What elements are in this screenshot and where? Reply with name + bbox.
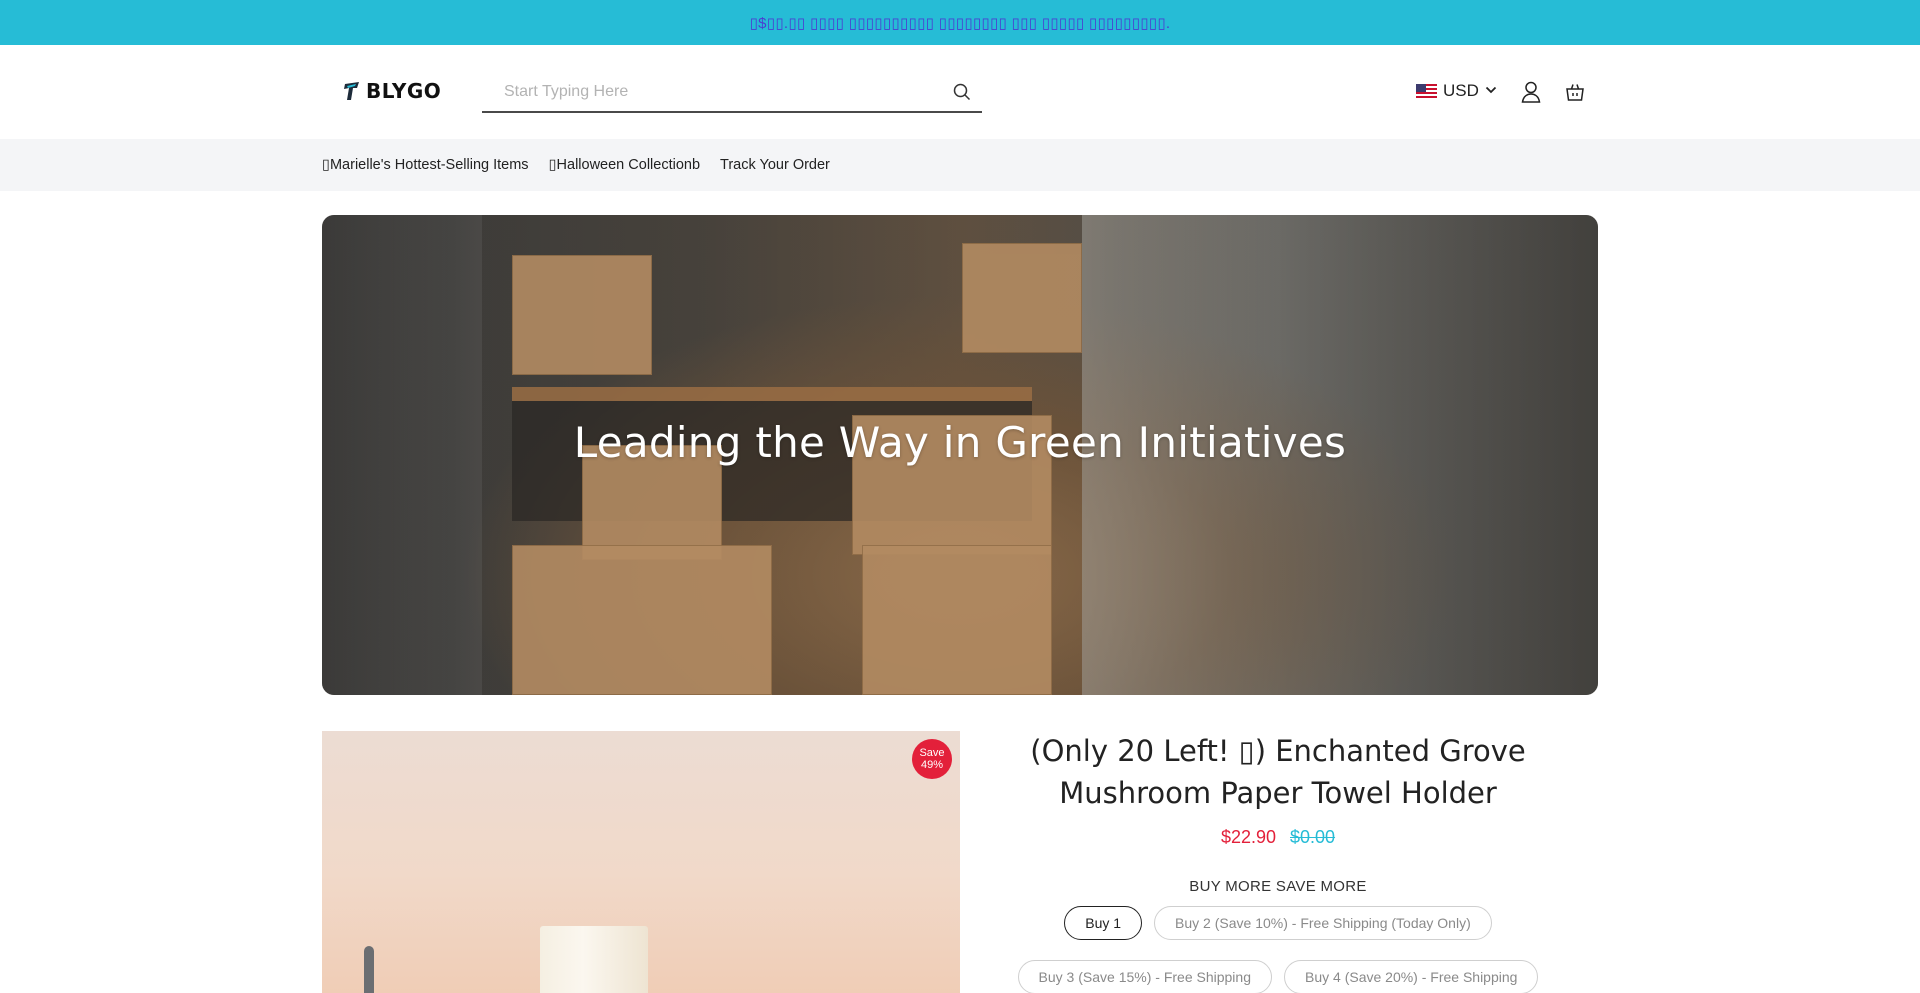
nav-item-halloween[interactable]: ▯Halloween Collectionb — [549, 157, 700, 173]
nav-item-hottest-selling[interactable]: ▯Marielle's Hottest-Selling Items — [322, 157, 529, 173]
bundle-options: Buy 1 Buy 2 (Save 10%) - Free Shipping (… — [990, 906, 1566, 993]
nav-item-track-order[interactable]: Track Your Order — [720, 157, 830, 173]
announcement-text: ▯$▯▯.▯▯ ▯▯▯▯ ▯▯▯▯▯▯▯▯▯▯ ▯▯▯▯▯▯▯▯ ▯▯▯ ▯▯▯… — [749, 14, 1171, 32]
site-header: BLYGO USD — [0, 45, 1920, 139]
bundle-option-buy-4[interactable]: Buy 4 (Save 20%) - Free Shipping — [1284, 960, 1539, 993]
currency-label: USD — [1443, 81, 1479, 100]
cart-icon[interactable] — [1563, 80, 1587, 104]
product-title: (Only 20 Left! ▯) Enchanted Grove Mushro… — [1030, 734, 1526, 810]
logo-text: BLYGO — [366, 79, 442, 103]
bundle-label: BUY MORE SAVE MORE — [1189, 878, 1367, 895]
hero-title: Leading the Way in Green Initiatives — [573, 418, 1347, 467]
product-image[interactable] — [322, 731, 960, 993]
save-badge-label: Save — [919, 747, 945, 759]
bundle-option-buy-2[interactable]: Buy 2 (Save 10%) - Free Shipping (Today … — [1154, 906, 1492, 940]
sale-price: $22.90 — [1220, 827, 1276, 847]
save-badge-percent: 49% — [920, 759, 944, 771]
hero-banner: Leading the Way in Green Initiatives — [322, 215, 1598, 695]
logo-icon — [342, 80, 362, 102]
bundle-option-buy-3[interactable]: Buy 3 (Save 15%) - Free Shipping — [1017, 960, 1272, 993]
logo[interactable]: BLYGO — [342, 79, 441, 103]
search-bar — [482, 73, 982, 113]
us-flag-icon — [1416, 84, 1437, 98]
user-icon[interactable] — [1519, 80, 1543, 104]
currency-selector[interactable]: USD — [1416, 81, 1497, 101]
announcement-bar: ▯$▯▯.▯▯ ▯▯▯▯ ▯▯▯▯▯▯▯▯▯▯ ▯▯▯▯▯▯▯▯ ▯▯▯ ▯▯▯… — [0, 0, 1920, 45]
main-nav: ▯Marielle's Hottest-Selling Items ▯Hallo… — [0, 139, 1920, 191]
search-input[interactable] — [482, 73, 942, 111]
search-icon[interactable] — [942, 72, 982, 112]
chevron-down-icon — [1485, 82, 1497, 100]
save-badge: Save 49% — [912, 739, 952, 779]
compare-price: $0.00 — [1290, 827, 1336, 847]
bundle-option-buy-1[interactable]: Buy 1 — [1064, 906, 1143, 940]
price-row: $22.90 $0.00 — [990, 827, 1566, 848]
